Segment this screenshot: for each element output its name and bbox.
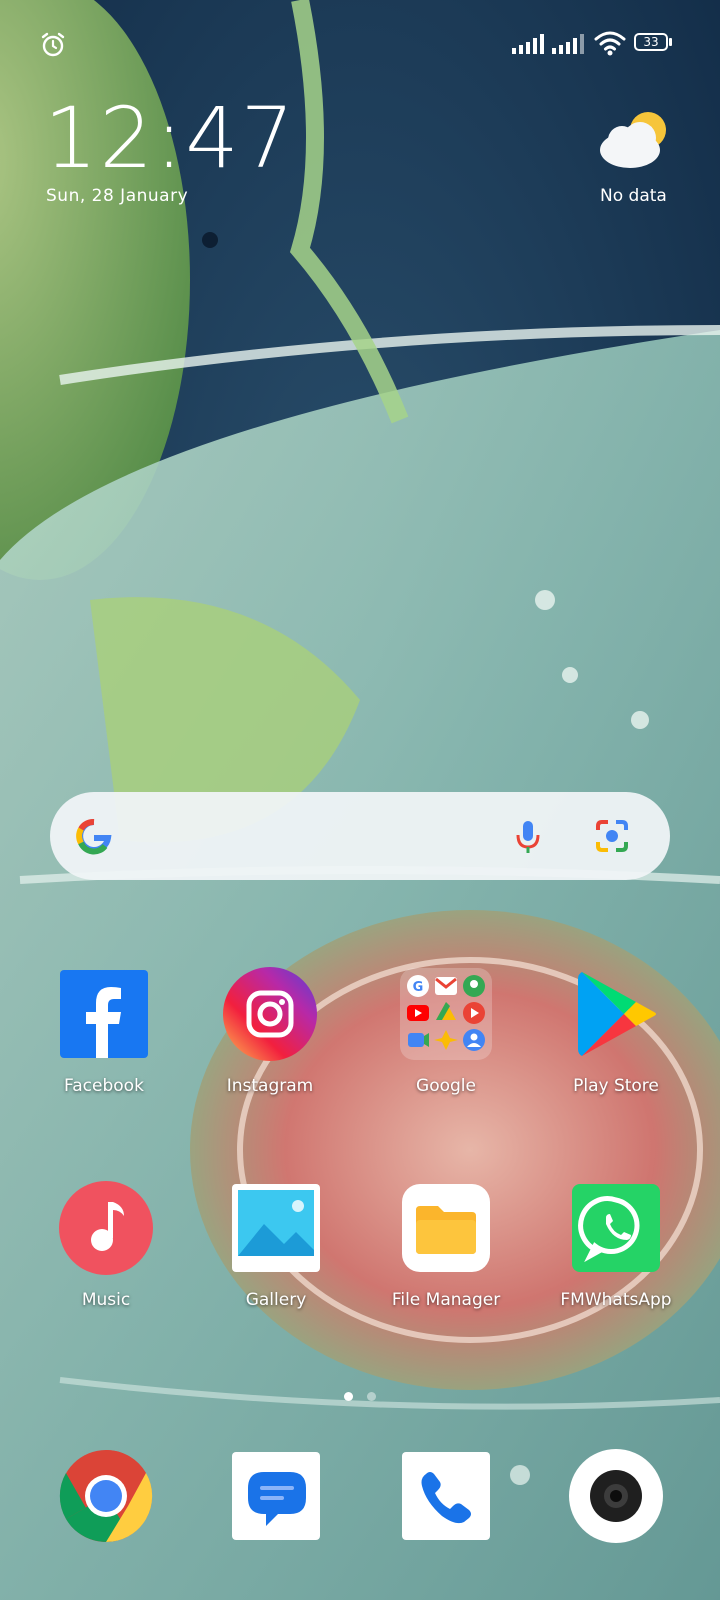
dock-chrome[interactable]	[26, 1448, 186, 1544]
app-label: Facebook	[64, 1076, 144, 1096]
lens-icon[interactable]	[590, 814, 634, 858]
phone-icon	[398, 1448, 494, 1544]
google-search-bar[interactable]	[50, 792, 670, 880]
google-g-icon	[76, 819, 112, 855]
camera-icon	[568, 1448, 664, 1544]
battery-indicator: 33	[634, 33, 674, 53]
app-music[interactable]: Music	[26, 1180, 186, 1310]
app-file-manager[interactable]: File Manager	[366, 1180, 526, 1310]
facebook-icon	[56, 966, 152, 1062]
messages-icon	[228, 1448, 324, 1544]
app-play-store[interactable]: Play Store	[536, 966, 696, 1096]
app-facebook[interactable]: Facebook	[24, 966, 184, 1096]
page-indicator	[0, 1386, 720, 1405]
app-label: FMWhatsApp	[560, 1290, 672, 1310]
app-label: File Manager	[391, 1290, 501, 1310]
play-store-icon	[568, 966, 664, 1062]
battery-level: 33	[643, 35, 659, 49]
app-fmwhatsapp[interactable]: FMWhatsApp	[536, 1180, 696, 1310]
music-icon	[58, 1180, 154, 1276]
folder-google[interactable]: G Google	[366, 966, 526, 1096]
dock-camera[interactable]	[536, 1448, 696, 1544]
page-dot	[366, 1392, 376, 1401]
app-label: Instagram	[226, 1076, 314, 1096]
folder-icon: G	[398, 966, 494, 1062]
app-label: Gallery	[245, 1290, 307, 1310]
svg-text:G: G	[413, 980, 424, 995]
page-dot-active	[344, 1392, 354, 1401]
signal-icon	[552, 34, 584, 54]
mic-icon[interactable]	[506, 814, 550, 858]
chrome-icon	[58, 1448, 154, 1544]
signal-icon	[512, 34, 544, 54]
weather-icon[interactable]	[596, 106, 676, 172]
dock-phone[interactable]	[366, 1448, 526, 1544]
dock-messages[interactable]	[196, 1448, 356, 1544]
gallery-icon	[228, 1180, 324, 1276]
instagram-icon	[222, 966, 318, 1062]
weather-label[interactable]: No data	[600, 186, 667, 206]
app-instagram[interactable]: Instagram	[190, 966, 350, 1096]
app-gallery[interactable]: Gallery	[196, 1180, 356, 1310]
status-bar: 33	[0, 0, 720, 90]
alarm-icon	[41, 32, 65, 57]
wifi-icon	[594, 31, 626, 56]
folder-file-icon	[398, 1180, 494, 1276]
app-label: Music	[81, 1290, 131, 1310]
clock-date[interactable]: Sun, 28 January	[46, 186, 188, 206]
app-label: Play Store	[573, 1076, 659, 1096]
clock-time[interactable]: 12:47	[44, 92, 296, 184]
app-label: Google	[416, 1076, 476, 1096]
whatsapp-icon	[568, 1180, 664, 1276]
